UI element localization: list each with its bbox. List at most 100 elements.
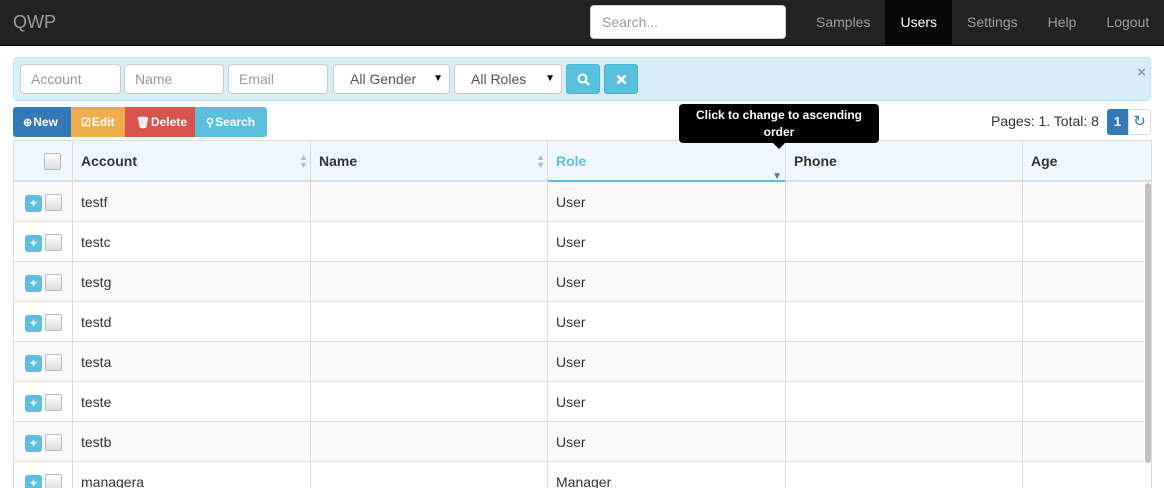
filter-clear-button[interactable] [604, 64, 638, 94]
nav-link-samples[interactable]: Samples [801, 0, 885, 46]
expand-row-icon[interactable]: + [25, 435, 42, 452]
cell-role: User [548, 342, 786, 382]
row-checkbox[interactable] [45, 194, 62, 211]
row-checkbox[interactable] [45, 274, 62, 291]
cell-age [1023, 462, 1144, 488]
plus-circle-icon: ⊕ [23, 117, 33, 129]
expand-row-icon[interactable]: + [25, 395, 42, 412]
times-icon [616, 74, 626, 85]
row-checkbox[interactable] [45, 234, 62, 251]
navbar-search-input[interactable] [590, 5, 786, 39]
table-row[interactable]: + testa User [14, 342, 1144, 382]
caret-down-icon: ▼ [545, 73, 555, 84]
nav-link-users[interactable]: Users [885, 0, 953, 46]
column-header-account[interactable]: Account ▲ ▼ [73, 141, 311, 180]
nav-link-logout[interactable]: Logout [1091, 0, 1164, 46]
column-header-name[interactable]: Name ▲ ▼ [311, 141, 548, 180]
pagination-info: Pages: 1. Total: 8 [991, 113, 1099, 129]
cell-role: User [548, 302, 786, 342]
expand-row-icon[interactable]: + [25, 195, 42, 212]
caret-down-icon: ▼ [433, 73, 443, 84]
users-table: Account ▲ ▼ Name ▲ ▼ Role ▼ Phone Age + t… [13, 140, 1152, 488]
table-row[interactable]: + testb User [14, 422, 1144, 462]
gender-select-value: All Gender [350, 71, 417, 87]
cell-age [1023, 302, 1144, 342]
cell-role: User [548, 182, 786, 222]
navbar-links: Samples Users Settings Help Logout [801, 0, 1164, 46]
roles-select[interactable]: All Roles ▼ [454, 64, 562, 94]
table-row[interactable]: + testd User [14, 302, 1144, 342]
close-icon[interactable]: × [1137, 64, 1146, 81]
tooltip-arrow [773, 143, 785, 149]
sort-tooltip: Click to change to ascending order [679, 104, 879, 143]
row-checkbox[interactable] [45, 434, 62, 451]
refresh-icon[interactable]: ↻ [1128, 109, 1151, 135]
gender-select[interactable]: All Gender ▼ [333, 64, 450, 94]
cell-role: User [548, 422, 786, 462]
column-header-phone[interactable]: Phone [786, 141, 1023, 180]
row-select-cell: + [14, 342, 73, 382]
table-scrollbar[interactable] [1145, 183, 1151, 463]
page-button-current[interactable]: 1 [1107, 109, 1128, 135]
row-select-cell: + [14, 382, 73, 422]
row-select-cell: + [14, 302, 73, 342]
row-checkbox[interactable] [45, 354, 62, 371]
column-header-role[interactable]: Role ▼ [548, 141, 786, 182]
new-button[interactable]: ⊕New [13, 107, 71, 137]
expand-row-icon[interactable]: + [25, 315, 42, 332]
brand-logo[interactable]: QWP [13, 12, 56, 33]
account-filter-input[interactable] [20, 64, 121, 94]
cell-phone [786, 462, 1023, 488]
cell-phone [786, 222, 1023, 262]
sort-down-icon: ▼ [536, 160, 545, 170]
cell-phone [786, 302, 1023, 342]
cell-role: Manager [548, 462, 786, 488]
cell-name [311, 342, 548, 382]
row-checkbox[interactable] [45, 474, 62, 488]
cell-age [1023, 382, 1144, 422]
row-checkbox[interactable] [45, 314, 62, 331]
cell-phone [786, 422, 1023, 462]
row-select-cell: + [14, 182, 73, 222]
table-row[interactable]: + testg User [14, 262, 1144, 302]
table-row[interactable]: + testf User [14, 182, 1144, 222]
delete-button[interactable]: 🗑Delete [125, 107, 195, 137]
filter-search-button[interactable] [566, 64, 600, 94]
search-button[interactable]: ⚲Search [195, 107, 267, 137]
select-all-checkbox[interactable] [44, 153, 61, 170]
cell-account: managera [73, 462, 311, 488]
cell-phone [786, 182, 1023, 222]
table-row[interactable]: + teste User [14, 382, 1144, 422]
nav-link-settings[interactable]: Settings [952, 0, 1033, 46]
expand-row-icon[interactable]: + [25, 275, 42, 292]
new-button-label: New [33, 115, 58, 129]
table-row[interactable]: + managera Manager [14, 462, 1144, 488]
cell-role: User [548, 262, 786, 302]
cell-account: teste [73, 382, 311, 422]
cell-age [1023, 182, 1144, 222]
cell-phone [786, 382, 1023, 422]
edit-button[interactable]: ☑Edit [71, 107, 125, 137]
expand-row-icon[interactable]: + [25, 235, 42, 252]
cell-name [311, 422, 548, 462]
nav-link-help[interactable]: Help [1033, 0, 1092, 46]
expand-row-icon[interactable]: + [25, 475, 42, 488]
email-filter-input[interactable] [228, 64, 328, 94]
column-header-age[interactable]: Age [1023, 141, 1151, 180]
row-checkbox[interactable] [45, 394, 62, 411]
row-select-cell: + [14, 422, 73, 462]
name-filter-input[interactable] [124, 64, 224, 94]
cell-name [311, 262, 548, 302]
cell-phone [786, 342, 1023, 382]
cell-phone [786, 262, 1023, 302]
edit-icon: ☑ [81, 117, 91, 129]
cell-role: User [548, 382, 786, 422]
row-select-cell: + [14, 222, 73, 262]
expand-row-icon[interactable]: + [25, 355, 42, 372]
row-select-cell: + [14, 262, 73, 302]
cell-name [311, 182, 548, 222]
table-row[interactable]: + testc User [14, 222, 1144, 262]
cell-age [1023, 262, 1144, 302]
search-button-label: Search [215, 115, 256, 129]
column-header-label: Name [319, 153, 358, 169]
